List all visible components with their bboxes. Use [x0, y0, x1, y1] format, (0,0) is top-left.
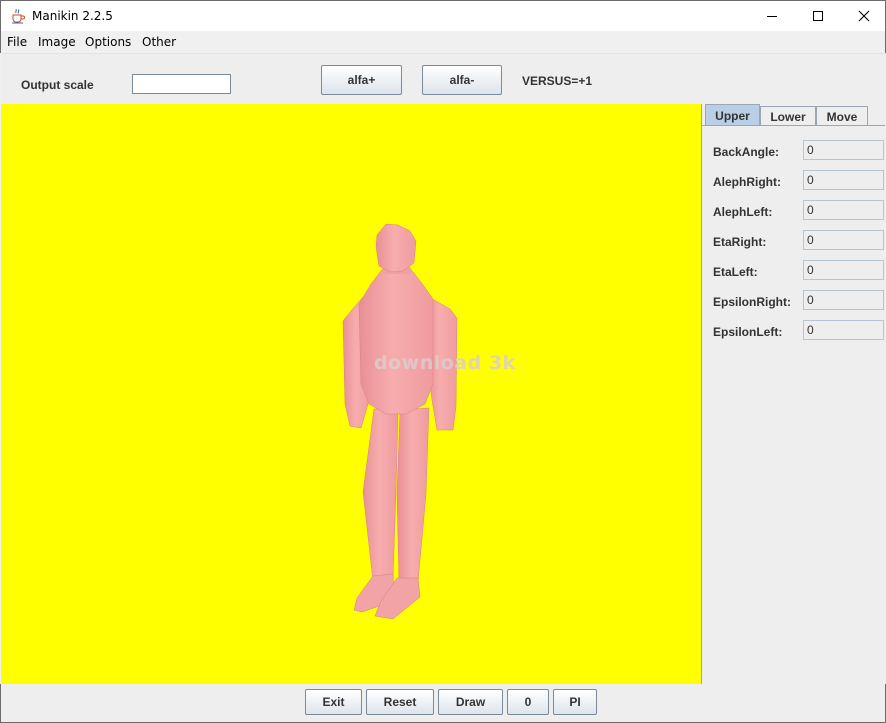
- watermark-text: download 3k: [374, 352, 516, 374]
- field-row-epsilonleft: EpsilonLeft:: [702, 320, 885, 342]
- alfa-minus-button[interactable]: alfa-: [422, 65, 502, 95]
- menu-bar: File Image Options Other: [0, 31, 886, 53]
- field-label: BackAngle:: [713, 145, 780, 159]
- right-leg: [396, 407, 430, 583]
- field-label: EtaLeft:: [713, 265, 758, 279]
- head: [375, 223, 417, 273]
- close-icon: [858, 10, 870, 22]
- manikin-figure: [342, 223, 458, 620]
- menu-file[interactable]: File: [7, 35, 27, 49]
- exit-button[interactable]: Exit: [305, 689, 362, 715]
- menu-other[interactable]: Other: [142, 35, 176, 49]
- tab-lower[interactable]: Lower: [760, 106, 816, 126]
- tab-upper[interactable]: Upper: [705, 104, 760, 126]
- field-label: EpsilonRight:: [713, 295, 791, 309]
- epsilonleft-input[interactable]: [803, 320, 884, 340]
- parameters-panel: Upper Lower Move BackAngle: AlephRight: …: [701, 104, 885, 684]
- field-row-alephleft: AlephLeft:: [702, 200, 885, 222]
- draw-button[interactable]: Draw: [438, 689, 503, 715]
- field-row-epsilonright: EpsilonRight:: [702, 290, 885, 312]
- field-row-etaleft: EtaLeft:: [702, 260, 885, 282]
- maximize-icon: [813, 11, 823, 21]
- versus-indicator: VERSUS=+1: [522, 74, 593, 88]
- epsilonright-input[interactable]: [803, 290, 884, 310]
- close-button[interactable]: [841, 1, 886, 31]
- field-label: EpsilonLeft:: [713, 325, 783, 339]
- field-row-backangle: BackAngle:: [702, 140, 885, 162]
- tab-content-upper: BackAngle: AlephRight: AlephLeft: EtaRig…: [702, 125, 885, 684]
- etaright-input[interactable]: [803, 230, 884, 250]
- output-scale-label: Output scale: [21, 78, 94, 92]
- reset-button[interactable]: Reset: [366, 689, 434, 715]
- alephright-input[interactable]: [803, 170, 884, 190]
- alephleft-input[interactable]: [803, 200, 884, 220]
- tab-move[interactable]: Move: [816, 106, 868, 126]
- left-leg: [362, 408, 399, 582]
- field-row-alephright: AlephRight:: [702, 170, 885, 192]
- zero-button[interactable]: 0: [507, 689, 549, 715]
- output-scale-input[interactable]: [132, 74, 231, 94]
- minimize-icon: [767, 16, 777, 17]
- torso: [358, 266, 434, 415]
- field-label: EtaRight:: [713, 235, 767, 249]
- window-title: Manikin 2.2.5: [32, 9, 113, 23]
- java-cup-icon: [10, 8, 26, 24]
- maximize-button[interactable]: [795, 1, 841, 31]
- alfa-plus-button[interactable]: alfa+: [321, 65, 402, 95]
- drawing-canvas[interactable]: download 3k: [1, 104, 701, 684]
- pi-button[interactable]: PI: [553, 689, 597, 715]
- menu-image[interactable]: Image: [38, 35, 76, 49]
- bottom-button-bar: Exit Reset Draw 0 PI: [0, 684, 886, 723]
- field-label: AlephLeft:: [713, 205, 773, 219]
- field-row-etaright: EtaRight:: [702, 230, 885, 252]
- etaleft-input[interactable]: [803, 260, 884, 280]
- minimize-button[interactable]: [749, 1, 795, 31]
- backangle-input[interactable]: [803, 140, 884, 160]
- toolbar: Output scale alfa+ alfa- VERSUS=+1: [1, 53, 885, 104]
- field-label: AlephRight:: [713, 175, 781, 189]
- title-bar: Manikin 2.2.5: [0, 0, 886, 31]
- menu-options[interactable]: Options: [85, 35, 131, 49]
